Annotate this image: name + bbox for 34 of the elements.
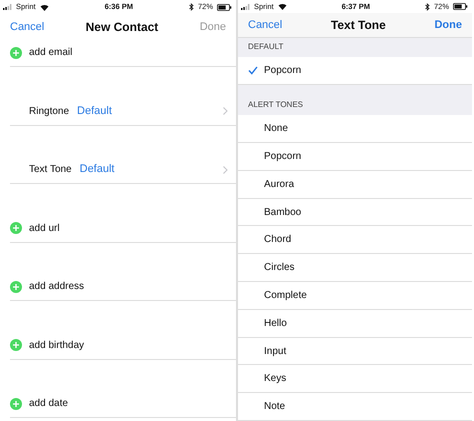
setting-value[interactable]: Default [80,161,215,178]
battery-icon [217,4,232,10]
checkmark-icon [248,66,258,75]
field-label: add email [29,46,72,60]
field-label: add url [29,222,60,236]
add-icon [10,46,22,58]
setting-label: Ringtone [29,104,70,118]
add-icon [10,222,22,234]
chevron-icon [223,166,228,174]
cancel-button[interactable]: Cancel [248,16,282,34]
field-label: add birthday [29,338,84,352]
cancel-button[interactable]: Cancel [10,18,44,36]
screen-title: New Contact [86,19,158,36]
wifi-icon [40,4,49,10]
bluetooth-icon [424,2,430,11]
setting-label: Text Tone [29,163,72,177]
add-icon [10,398,22,410]
field-label: add date [29,397,68,411]
tone-item[interactable]: Bamboo [238,198,472,226]
add-icon [10,280,22,292]
add-icon [10,339,22,351]
battery-icon [453,3,468,10]
wifi-icon [278,3,287,10]
done-button[interactable]: Done [434,16,462,34]
signal-icon [3,4,12,10]
section-header: ALERT TONES [248,99,303,112]
bluetooth-icon [188,3,194,11]
setting-value[interactable]: Default [77,102,215,120]
chevron-icon [223,107,228,115]
tone-item[interactable]: Input [238,338,472,366]
screen-title: Text Tone [330,17,386,34]
section-header: DEFAULT [248,40,284,53]
field-label: add address [29,280,84,294]
signal-icon [241,4,250,10]
